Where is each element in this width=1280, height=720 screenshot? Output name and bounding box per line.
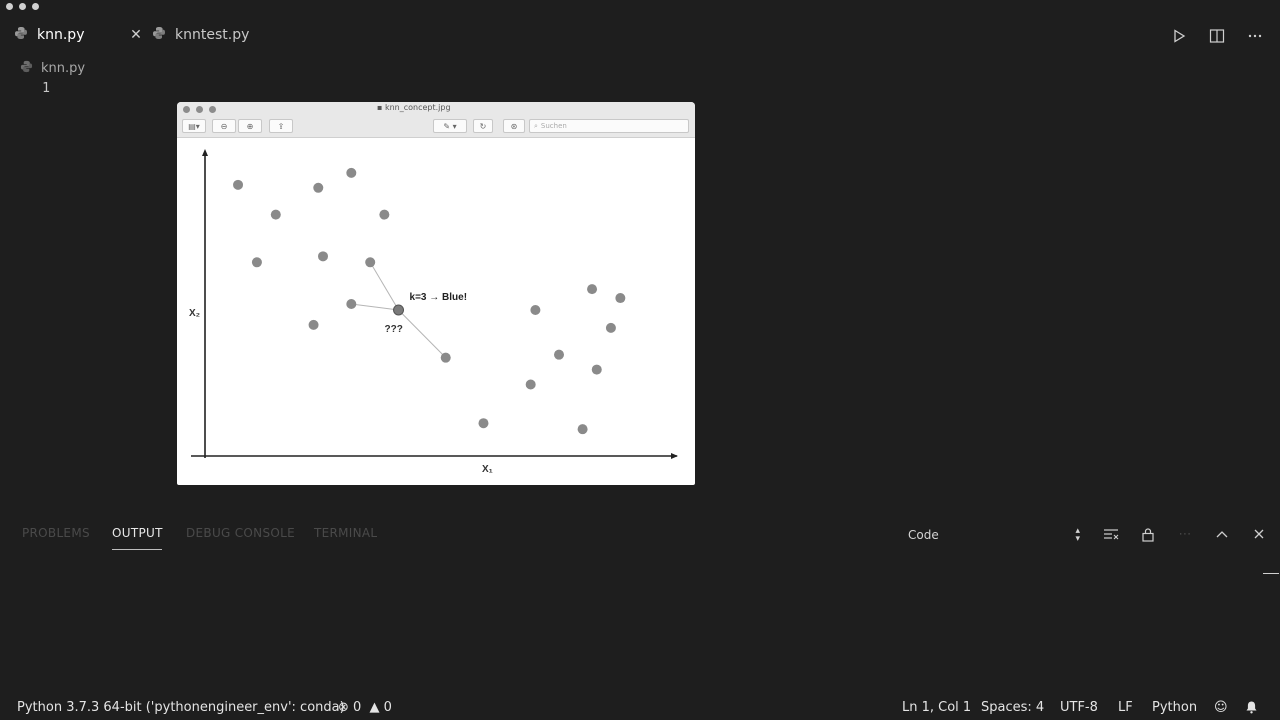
zoom-window-icon[interactable]: [32, 3, 39, 10]
tab-debug-console[interactable]: DEBUG CONSOLE: [186, 526, 295, 540]
image-viewer-window[interactable]: ▪ knn_concept.jpg ▤▾ ⊖ ⊕ ⇪ ✎ ▾ ↻ ⊛ ⌕ Suc…: [177, 102, 695, 485]
close-panel-icon[interactable]: [1248, 524, 1270, 544]
y-axis-arrow: [202, 149, 208, 156]
tab-label: knntest.py: [175, 27, 250, 43]
zoom-in-icon[interactable]: ⊕: [238, 119, 262, 133]
close-tab-icon[interactable]: ✕: [128, 24, 144, 46]
indentation[interactable]: Spaces: 4: [981, 700, 1044, 715]
python-file-icon: [152, 26, 166, 44]
x-axis-label: X₁: [482, 464, 493, 475]
maximize-panel-icon[interactable]: [1211, 524, 1233, 544]
x-axis-arrow: [671, 453, 678, 459]
data-point: [346, 167, 357, 178]
python-file-icon: [20, 60, 33, 77]
data-point: [251, 257, 262, 268]
clear-output-icon[interactable]: [1100, 524, 1122, 544]
output-channel-select[interactable]: Code ▴ ▾: [908, 526, 1080, 544]
data-point: [605, 322, 616, 333]
neighbor-line: [398, 309, 447, 359]
line-number: 1: [42, 81, 50, 96]
error-icon: ⊗: [338, 700, 349, 715]
feedback-icon[interactable]: ☺: [1214, 700, 1228, 715]
window-titlebar: [0, 0, 1280, 14]
panel-header: PROBLEMS OUTPUT DEBUG CONSOLE TERMINAL: [0, 522, 1280, 548]
tab-problems[interactable]: PROBLEMS: [22, 526, 90, 540]
data-point: [365, 257, 376, 268]
data-point: [554, 349, 564, 360]
data-point: [525, 379, 536, 390]
more-actions-icon[interactable]: [1244, 26, 1266, 46]
editor-actions: [1168, 26, 1266, 46]
data-point: [270, 209, 281, 220]
minimize-window-icon[interactable]: [196, 106, 203, 113]
viewer-search-field[interactable]: ⌕ Suchen: [529, 119, 689, 133]
run-icon[interactable]: [1168, 26, 1190, 46]
tab-knntest-py[interactable]: knntest.py: [152, 14, 272, 56]
select-arrows-icon: ▴ ▾: [1075, 526, 1080, 544]
python-file-icon: [14, 26, 28, 44]
viewer-search-placeholder: Suchen: [540, 122, 567, 130]
minimize-window-icon[interactable]: [19, 3, 26, 10]
active-tab-indicator: [112, 549, 162, 550]
zoom-out-icon[interactable]: ⊖: [212, 119, 236, 133]
data-point: [587, 284, 598, 295]
viewer-title: ▪ knn_concept.jpg: [377, 103, 451, 112]
language-mode[interactable]: Python: [1152, 700, 1197, 715]
encoding[interactable]: UTF-8: [1060, 700, 1098, 715]
warning-count: 0: [383, 700, 392, 715]
data-point: [313, 182, 324, 193]
close-window-icon[interactable]: [6, 3, 13, 10]
notifications-bell-icon[interactable]: [1245, 700, 1258, 718]
panel-actions: ⋯: [1100, 524, 1270, 544]
data-point: [346, 299, 357, 310]
data-point: [440, 352, 451, 363]
data-point: [591, 364, 602, 375]
status-bar: Python 3.7.3 64-bit ('pythonengineer_env…: [0, 696, 1280, 720]
output-channel-value: Code: [908, 528, 939, 542]
open-log-icon[interactable]: ⋯: [1174, 524, 1196, 544]
data-point: [530, 304, 541, 315]
knn-scatter-plot: X₁ X₂ k=3 → Blue!???: [189, 149, 678, 475]
close-window-icon[interactable]: [183, 106, 190, 113]
knn-result-annotation: k=3 → Blue!: [410, 292, 468, 303]
split-editor-icon[interactable]: [1206, 26, 1228, 46]
cursor-position[interactable]: Ln 1, Col 1: [902, 700, 971, 715]
data-point: [379, 209, 390, 220]
zoom-window-icon[interactable]: [209, 106, 216, 113]
editor-tab-bar: knn.py ✕ knntest.py: [0, 14, 1280, 56]
data-point: [308, 319, 319, 330]
viewer-title-text: knn_concept.jpg: [384, 103, 451, 112]
neighbor-line: [351, 303, 399, 311]
panel-scroll-indicator: [1263, 573, 1279, 574]
y-axis-label: X₂: [189, 308, 200, 319]
annotate-icon[interactable]: ⊛: [503, 119, 525, 133]
markup-pen-icon[interactable]: ✎ ▾: [433, 119, 467, 133]
data-point: [577, 424, 588, 435]
breadcrumb-file: knn.py: [41, 60, 86, 76]
python-interpreter[interactable]: Python 3.7.3 64-bit ('pythonengineer_env…: [17, 700, 345, 715]
rotate-icon[interactable]: ↻: [473, 119, 493, 133]
data-point: [615, 293, 626, 304]
warning-icon: ▲: [369, 700, 380, 715]
tab-terminal[interactable]: TERMINAL: [314, 526, 377, 540]
tab-label: knn.py: [37, 27, 85, 43]
end-of-line[interactable]: LF: [1118, 700, 1133, 715]
search-icon: ⌕: [534, 121, 538, 130]
data-point: [318, 251, 328, 262]
share-icon[interactable]: ⇪: [269, 119, 293, 133]
data-point: [478, 418, 489, 429]
problems-summary[interactable]: ⊗ 0 ▲ 0: [338, 700, 392, 715]
neighbor-line: [369, 262, 399, 311]
unknown-point-annotation: ???: [385, 324, 403, 335]
breadcrumb[interactable]: knn.py: [20, 58, 85, 78]
error-count: 0: [353, 700, 362, 715]
data-point: [233, 179, 244, 190]
query-point: [393, 304, 405, 316]
tab-output[interactable]: OUTPUT: [112, 526, 163, 540]
sidebar-toggle-icon[interactable]: ▤▾: [182, 119, 206, 133]
viewer-toolbar: ▪ knn_concept.jpg ▤▾ ⊖ ⊕ ⇪ ✎ ▾ ↻ ⊛ ⌕ Suc…: [177, 102, 695, 138]
tab-knn-py[interactable]: knn.py ✕: [14, 14, 144, 56]
lock-icon[interactable]: [1137, 524, 1159, 544]
